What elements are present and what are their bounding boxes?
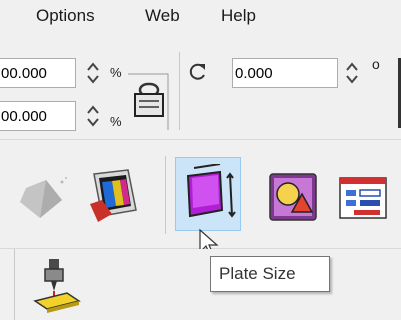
menu-options[interactable]: Options bbox=[36, 6, 95, 26]
plate-size-icon bbox=[186, 164, 236, 218]
y-position-field[interactable]: 00.000 bbox=[0, 101, 76, 131]
x-position-field[interactable]: 00.000 bbox=[0, 58, 76, 88]
degree-label: o bbox=[372, 56, 380, 72]
side-toolbar bbox=[0, 249, 401, 320]
media-shapes-icon[interactable] bbox=[264, 168, 322, 226]
window-properties-icon[interactable] bbox=[334, 172, 392, 230]
menu-bar: Options Web Help bbox=[0, 0, 401, 38]
y-spin-button[interactable] bbox=[86, 103, 100, 129]
icon-toolbar bbox=[0, 140, 401, 256]
plate-size-button[interactable] bbox=[175, 157, 241, 231]
menu-help[interactable]: Help bbox=[221, 6, 256, 26]
rotation-spin-button[interactable] bbox=[345, 60, 359, 86]
rotate-icon bbox=[189, 63, 205, 80]
transform-toolbar: 00.000 % 00.000 % 0.000 o bbox=[0, 38, 401, 140]
gray-diamond-icon[interactable] bbox=[12, 170, 70, 228]
rotation-field[interactable]: 0.000 bbox=[232, 58, 338, 88]
toolbar-divider bbox=[179, 52, 180, 130]
x-spin-button[interactable] bbox=[86, 60, 100, 86]
print-output-icon[interactable] bbox=[84, 166, 142, 224]
lock-icon[interactable] bbox=[118, 68, 176, 138]
plate-size-tooltip: Plate Size bbox=[210, 256, 330, 292]
toolbar-divider-2 bbox=[165, 156, 166, 234]
menu-web[interactable]: Web bbox=[145, 6, 180, 26]
left-divider bbox=[14, 249, 15, 320]
engraving-tool-icon[interactable] bbox=[33, 257, 81, 313]
